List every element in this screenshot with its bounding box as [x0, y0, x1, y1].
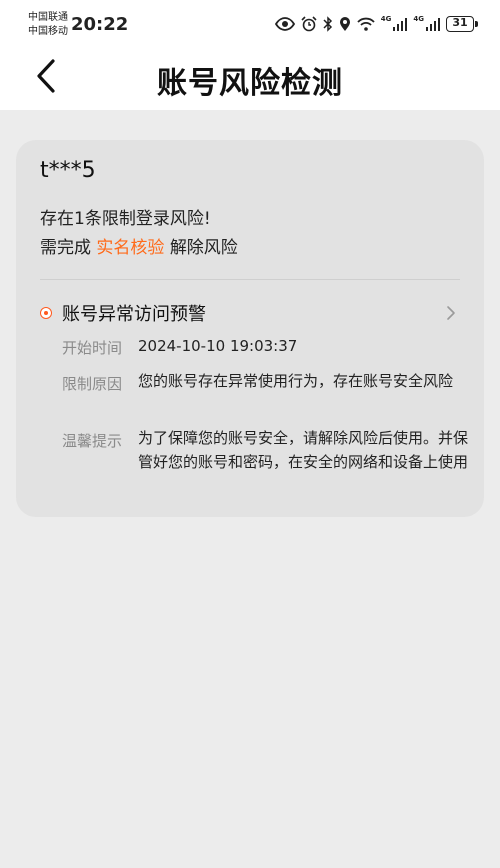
nav-bar: 账号风险检测: [0, 48, 500, 110]
location-icon: [339, 17, 350, 31]
page-title: 账号风险检测: [157, 66, 343, 101]
reason-value: 您的账号存在异常使用行为，存在账号安全风险: [138, 372, 454, 390]
carrier-info: 中国联通 中国移动: [28, 11, 68, 39]
carrier-1: 中国联通: [28, 12, 68, 23]
signal-type-1: 4G: [380, 15, 392, 23]
reason-label: 限制原因: [62, 375, 123, 393]
account-id: t***5: [40, 158, 96, 183]
status-time: 20:22: [71, 14, 129, 35]
eye-icon: [274, 17, 295, 31]
carrier-2: 中国移动: [28, 26, 68, 37]
wifi-icon: [357, 17, 375, 31]
tip-label: 温馨提示: [62, 432, 123, 450]
start-time-label: 开始时间: [62, 339, 123, 357]
signal-type-2: 4G: [413, 15, 424, 23]
risk-action-prefix: 需完成: [40, 238, 91, 258]
risk-action: 需完成 实名核验 解除风险: [40, 233, 238, 258]
bluetooth-icon: [323, 16, 332, 32]
risk-card: t***5 存在1条限制登录风险! 需完成 实名核验 解除风险 账号异常访问预警…: [16, 140, 484, 517]
signal-1-icon: [393, 18, 408, 31]
battery-icon: 31: [446, 16, 478, 32]
risk-summary: 存在1条限制登录风险!: [40, 209, 211, 229]
alert-title: 账号异常访问预警: [62, 304, 206, 325]
alarm-icon: [301, 16, 317, 32]
risk-action-suffix: 解除风险: [169, 238, 238, 258]
signal-2-icon: [426, 18, 440, 31]
status-bar: 中国联通 中国移动 20:22 4G 4G 31: [0, 0, 500, 48]
start-time-value: 2024-10-10 19:03:37: [138, 337, 298, 355]
real-name-verify-link[interactable]: 实名核验: [96, 238, 164, 258]
divider: [40, 279, 460, 280]
chevron-right-icon: [447, 306, 455, 320]
top-bar: 中国联通 中国移动 20:22 4G 4G 31 账号风险检测: [0, 0, 500, 110]
alert-item[interactable]: 账号异常访问预警: [16, 298, 484, 328]
status-icons: 4G 4G 31: [274, 14, 478, 34]
alert-dot-icon: [40, 307, 52, 319]
tip-value: 为了保障您的账号安全，请解除风险后使用。并保管好您的账号和密码，在安全的网络和设…: [138, 429, 469, 471]
